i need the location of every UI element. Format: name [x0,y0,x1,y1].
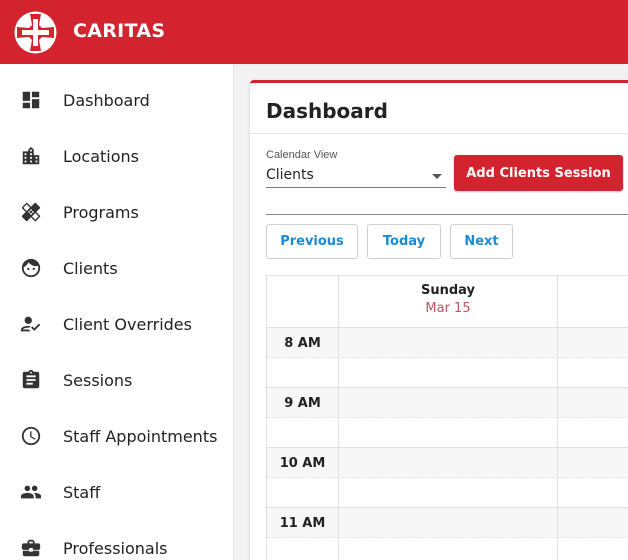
time-slot-row [267,538,628,560]
toolbar-divider [266,214,628,215]
page-title: Dashboard [266,99,388,123]
building-icon [20,145,42,167]
select-underline [266,187,446,188]
sidebar-item-label: Staff [63,482,101,502]
face-icon [20,257,42,279]
chevron-down-icon[interactable] [432,174,442,179]
previous-button[interactable]: Previous [266,224,358,259]
calendar-view-select[interactable]: Clients [266,167,314,183]
time-slot-cell[interactable] [339,388,558,418]
today-button[interactable]: Today [367,224,441,259]
time-slot-row [267,418,628,448]
sidebar-item-staff-appointments[interactable]: Staff Appointments [0,408,233,464]
time-label: 9 AM [267,388,339,418]
sidebar-item-client-overrides[interactable]: Client Overrides [0,296,233,352]
time-slot-cell[interactable] [339,418,558,448]
time-slot-row: 9 AM [267,388,628,418]
time-label: 10 AM [267,448,339,478]
sidebar-item-programs[interactable]: Programs [0,184,233,240]
dashboard-icon [20,89,42,111]
time-slot-cell[interactable] [339,508,558,538]
sidebar-item-label: Locations [63,146,140,166]
sidebar-item-label: Client Overrides [63,314,192,334]
dashboard-card: Dashboard Calendar View Clients Add Clie… [250,80,628,560]
clipboard-icon [20,369,42,391]
time-slot-cell[interactable] [339,538,558,560]
next-button[interactable]: Next [450,224,513,259]
sidebar-item-staff[interactable]: Staff [0,464,233,520]
time-slot-cell[interactable] [339,448,558,478]
sidebar-item-label: Professionals [63,538,168,558]
briefcase-icon [20,537,42,559]
sidebar-item-locations[interactable]: Locations [0,128,233,184]
day-date: Mar 15 [425,301,471,316]
people-icon [20,481,42,503]
top-bar: CARITAS [0,0,628,64]
sidebar-item-label: Programs [63,202,139,222]
time-label: 11 AM [267,508,339,538]
time-column-header [267,276,339,328]
sidebar-item-clients[interactable]: Clients [0,240,233,296]
brand-name: CARITAS [73,20,166,42]
day-header-next[interactable] [558,276,628,328]
sidebar-item-label: Sessions [63,370,133,390]
sidebar-item-sessions[interactable]: Sessions [0,352,233,408]
time-slot-row [267,478,628,508]
time-slot-cell[interactable] [339,358,558,388]
caritas-cross-icon[interactable] [14,11,57,54]
sidebar-item-dashboard[interactable]: Dashboard [0,72,233,128]
time-slot-row [267,358,628,388]
calendar-view-label: Calendar View [266,149,338,161]
sidebar-item-label: Dashboard [63,90,150,110]
title-divider [250,133,628,134]
bandage-icon [20,201,42,223]
day-header-sunday[interactable]: Sunday Mar 15 [339,276,558,328]
time-label: 8 AM [267,328,339,358]
week-calendar: Sunday Mar 15 8 AM 9 AM 10 AM 11 AM [266,275,628,560]
sidebar: Dashboard Locations Programs Clients Cli… [0,64,234,560]
sidebar-item-label: Clients [63,258,118,278]
time-slot-cell[interactable] [339,478,558,508]
main-content: Dashboard Calendar View Clients Add Clie… [235,64,628,560]
add-clients-session-button[interactable]: Add Clients Session [454,155,623,191]
day-name: Sunday [420,283,476,298]
time-slot-row: 8 AM [267,328,628,358]
time-slot-cell[interactable] [339,328,558,358]
time-slot-row: 10 AM [267,448,628,478]
sidebar-item-label: Staff Appointments [63,426,218,446]
clock-icon [20,425,42,447]
person-check-icon [20,313,42,335]
time-slot-row: 11 AM [267,508,628,538]
sidebar-item-professionals[interactable]: Professionals [0,520,233,560]
